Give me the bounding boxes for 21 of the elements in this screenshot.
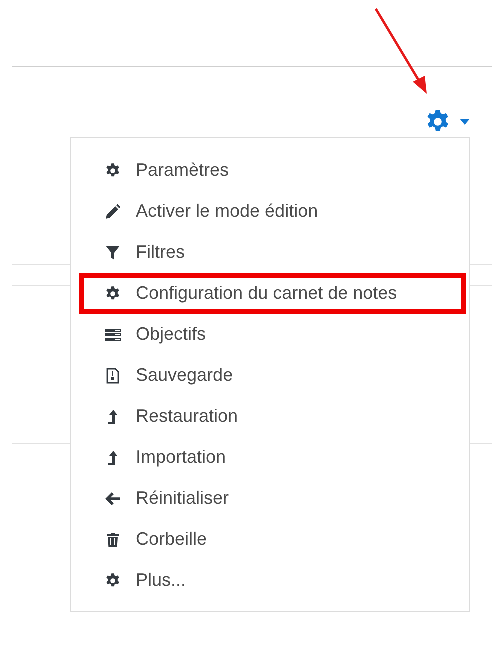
gear-icon — [105, 286, 121, 302]
menu-item[interactable]: Filtres — [79, 232, 466, 273]
menu-item[interactable]: Réinitialiser — [79, 478, 466, 519]
file-icon — [105, 368, 121, 384]
menu-item[interactable]: Sauvegarde — [79, 355, 466, 396]
highlighted-menu-item[interactable]: Configuration du carnet de notes — [79, 273, 466, 314]
arrow-left-icon — [105, 490, 121, 506]
trash-icon — [105, 532, 121, 548]
menu-item[interactable]: Importation — [79, 437, 466, 478]
list-icon — [105, 326, 121, 342]
filter-icon — [105, 244, 121, 260]
caret-icon[interactable] — [460, 119, 470, 125]
menu-item[interactable]: Objectifs — [79, 314, 466, 355]
menu-item[interactable]: Plus... — [79, 560, 466, 601]
gear-icon — [105, 572, 121, 588]
menu-item[interactable]: Corbeille — [79, 519, 466, 560]
menu-item[interactable]: Paramètres — [79, 150, 466, 191]
menu-item[interactable]: Restauration — [79, 396, 466, 437]
pencil-icon — [105, 204, 121, 220]
gear-icon — [105, 162, 121, 178]
menu-item[interactable]: Activer le mode édition — [79, 191, 466, 232]
